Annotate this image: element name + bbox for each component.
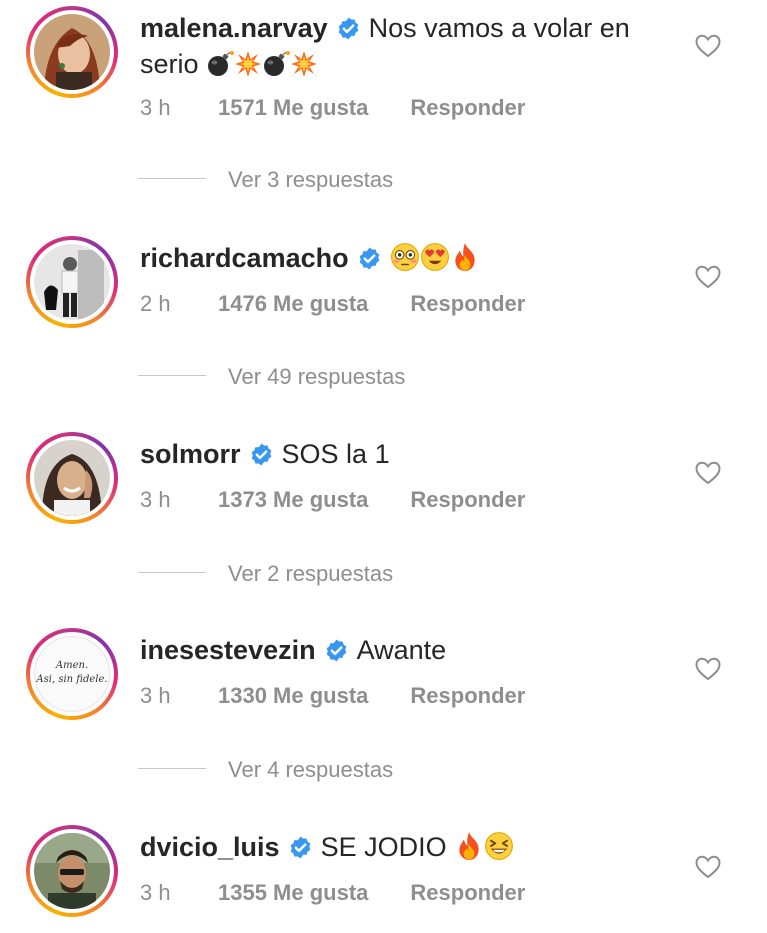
timestamp: 3 h bbox=[140, 95, 171, 120]
collision-icon bbox=[290, 50, 318, 78]
comment-text: malena.narvay Nos vamos a volar en serio bbox=[140, 10, 700, 82]
verified-badge-icon bbox=[288, 835, 313, 860]
timestamp: 3 h bbox=[140, 487, 171, 512]
avatar[interactable]: Amen. Asi, sin fidele. bbox=[34, 636, 110, 712]
likes-count[interactable]: 1571 Me gusta bbox=[218, 94, 368, 122]
verified-badge-icon bbox=[336, 16, 361, 41]
view-replies-button[interactable]: Ver 49 respuestas bbox=[138, 363, 405, 391]
bomb-icon bbox=[262, 50, 290, 78]
story-ring[interactable] bbox=[26, 825, 118, 917]
verified-badge-icon bbox=[357, 246, 382, 271]
likes-count[interactable]: 1330 Me gusta bbox=[218, 682, 368, 710]
heart-eyes-face-icon bbox=[420, 242, 450, 272]
username[interactable]: malena.narvay bbox=[140, 13, 328, 43]
avatar[interactable] bbox=[34, 833, 110, 909]
fire-icon bbox=[450, 242, 480, 272]
timestamp: 3 h bbox=[140, 683, 171, 708]
collision-icon bbox=[234, 50, 262, 78]
reply-button[interactable]: Responder bbox=[410, 487, 525, 512]
view-replies-button[interactable]: Ver 4 respuestas bbox=[138, 756, 393, 784]
like-heart-icon[interactable] bbox=[695, 657, 721, 681]
story-ring[interactable] bbox=[26, 236, 118, 328]
view-replies-button[interactable]: Ver 2 respuestas bbox=[138, 560, 393, 588]
avatar[interactable] bbox=[34, 244, 110, 320]
comment-body: Nos vamos a volar en bbox=[368, 13, 630, 43]
like-heart-icon[interactable] bbox=[695, 461, 721, 485]
view-replies-label: Ver 3 respuestas bbox=[228, 167, 394, 192]
reply-button[interactable]: Responder bbox=[410, 95, 525, 120]
comment-meta: 3 h 1571 Me gusta Responder bbox=[140, 94, 525, 122]
comment-body: SOS la 1 bbox=[281, 439, 390, 469]
username[interactable]: inesestevezin bbox=[140, 635, 316, 665]
comment-body: SE JODIO bbox=[320, 832, 447, 862]
avatar[interactable] bbox=[34, 14, 110, 90]
grinning-squinting-face-icon bbox=[484, 831, 514, 861]
bomb-icon bbox=[206, 50, 234, 78]
fire-icon bbox=[454, 831, 484, 861]
story-ring[interactable] bbox=[26, 6, 118, 98]
timestamp: 3 h bbox=[140, 880, 171, 905]
like-heart-icon[interactable] bbox=[695, 265, 721, 289]
like-heart-icon[interactable] bbox=[695, 34, 721, 58]
comment-text: inesestevezin Awante bbox=[140, 632, 700, 668]
view-replies-label: Ver 2 respuestas bbox=[228, 561, 394, 586]
comment-meta: 3 h 1373 Me gusta Responder bbox=[140, 486, 525, 514]
view-replies-label: Ver 4 respuestas bbox=[228, 757, 394, 782]
comment-meta: 3 h 1330 Me gusta Responder bbox=[140, 682, 525, 710]
username[interactable]: solmorr bbox=[140, 439, 241, 469]
replies-divider bbox=[138, 178, 206, 179]
comment-text: solmorr SOS la 1 bbox=[140, 436, 700, 472]
comment-meta: 3 h 1355 Me gusta Responder bbox=[140, 879, 525, 907]
view-replies-button[interactable]: Ver 3 respuestas bbox=[138, 166, 393, 194]
flushed-face-icon bbox=[390, 242, 420, 272]
comment-meta: 2 h 1476 Me gusta Responder bbox=[140, 290, 525, 318]
username[interactable]: dvicio_luis bbox=[140, 832, 280, 862]
likes-count[interactable]: 1476 Me gusta bbox=[218, 290, 368, 318]
replies-divider bbox=[138, 768, 206, 769]
avatar[interactable] bbox=[34, 440, 110, 516]
story-ring[interactable]: Amen. Asi, sin fidele. bbox=[26, 628, 118, 720]
reply-button[interactable]: Responder bbox=[410, 291, 525, 316]
replies-divider bbox=[138, 572, 206, 573]
comment-text: richardcamacho bbox=[140, 240, 700, 276]
likes-count[interactable]: 1373 Me gusta bbox=[218, 486, 368, 514]
like-heart-icon[interactable] bbox=[695, 855, 721, 879]
comment-text: dvicio_luis SE JODIO bbox=[140, 829, 700, 865]
verified-badge-icon bbox=[249, 442, 274, 467]
timestamp: 2 h bbox=[140, 291, 171, 316]
reply-button[interactable]: Responder bbox=[410, 880, 525, 905]
avatar-caption: Amen. Asi, sin fidele. bbox=[36, 660, 108, 685]
view-replies-label: Ver 49 respuestas bbox=[228, 364, 406, 389]
comment-body-continued: serio bbox=[140, 49, 199, 79]
replies-divider bbox=[138, 375, 206, 376]
comment-body: Awante bbox=[356, 635, 447, 665]
story-ring[interactable] bbox=[26, 432, 118, 524]
likes-count[interactable]: 1355 Me gusta bbox=[218, 879, 368, 907]
verified-badge-icon bbox=[324, 638, 349, 663]
username[interactable]: richardcamacho bbox=[140, 243, 349, 273]
reply-button[interactable]: Responder bbox=[410, 683, 525, 708]
